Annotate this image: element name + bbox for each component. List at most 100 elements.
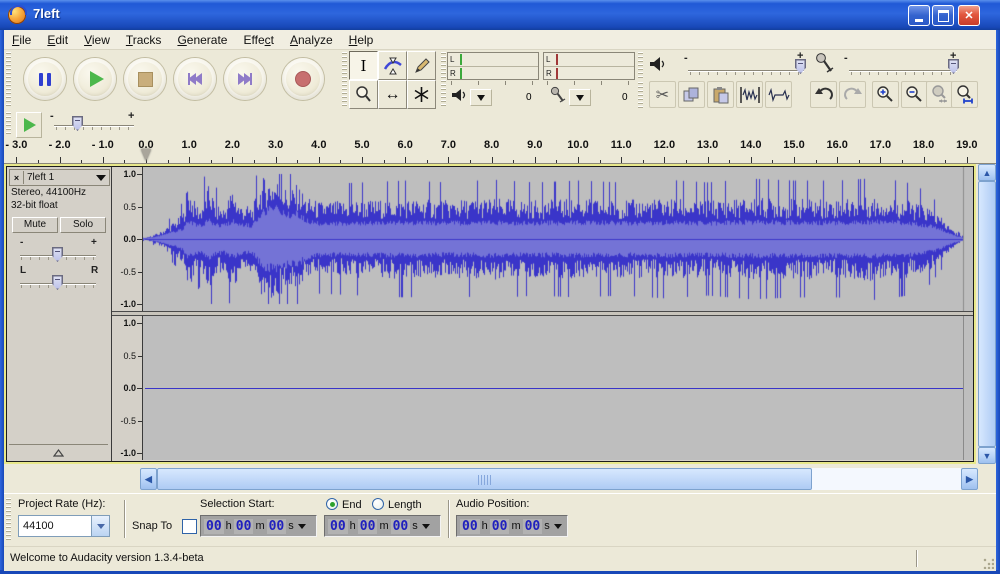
track-control-panel[interactable]: × 7left 1 Stereo, 44100Hz 32-bit float M… [7, 167, 112, 461]
arrow-down-icon: ▼ [983, 451, 992, 461]
ruler-tick [513, 160, 514, 163]
trim-button[interactable] [736, 81, 763, 108]
time-digits[interactable]: 00 [328, 519, 348, 534]
length-radio[interactable] [372, 498, 384, 510]
recording-meter-dropdown[interactable] [569, 89, 591, 106]
tools-toolbar-grabber[interactable] [342, 52, 347, 108]
track-close-button[interactable]: × [10, 171, 24, 184]
project-rate-combo[interactable]: 44100 [18, 515, 110, 537]
recording-meter[interactable]: L R [543, 52, 635, 80]
end-radio[interactable] [326, 498, 338, 510]
multi-tool-button[interactable] [407, 80, 436, 109]
forward-button[interactable] [224, 58, 266, 100]
solo-button[interactable]: Solo [60, 217, 106, 233]
menu-item-effect[interactable]: Effect [235, 31, 281, 49]
stop-button[interactable] [124, 58, 166, 100]
silence-button[interactable] [765, 81, 792, 108]
play-button[interactable] [74, 58, 116, 100]
horizontal-scrollbar-thumb[interactable] [157, 468, 812, 490]
pause-button[interactable] [24, 58, 66, 100]
time-digits[interactable]: 00 [204, 519, 224, 534]
playhead-cursor-marker[interactable] [141, 149, 151, 161]
length-radio-label[interactable]: Length [388, 499, 422, 511]
selection-start-field[interactable]: 00h00m00s [200, 515, 317, 537]
paste-button[interactable] [707, 81, 734, 108]
play-speed-slider[interactable] [54, 125, 134, 126]
time-digits[interactable]: 00 [490, 519, 510, 534]
menu-item-view[interactable]: View [76, 31, 118, 49]
time-digits[interactable]: 00 [523, 519, 543, 534]
title-bar[interactable]: 7left ✕ [0, 0, 1000, 30]
waveform-left-channel[interactable] [143, 167, 973, 311]
asterisk-icon [413, 86, 430, 103]
minimize-button[interactable] [908, 5, 930, 26]
playback-meter[interactable]: L R [447, 52, 539, 80]
field-dropdown-caret-icon[interactable] [298, 524, 306, 529]
horizontal-scrollbar[interactable]: ◀ ▶ [140, 468, 978, 490]
menu-item-file[interactable]: File [4, 31, 39, 49]
waveform-right-channel[interactable] [143, 316, 973, 460]
menu-item-edit[interactable]: Edit [39, 31, 76, 49]
vertical-scrollbar[interactable]: ▲ ▼ [978, 164, 996, 464]
combo-dropdown-button[interactable] [91, 516, 109, 536]
scroll-left-button[interactable]: ◀ [140, 468, 157, 490]
ruler-tick [664, 157, 665, 163]
timeline-ruler[interactable]: - 3.0- 2.0- 1.00.01.02.03.04.05.06.07.08… [4, 138, 996, 164]
redo-button[interactable] [839, 81, 866, 108]
vruler-tick [137, 304, 142, 305]
time-digits[interactable]: 00 [460, 519, 480, 534]
fit-project-button[interactable] [951, 81, 978, 108]
zoom-in-button[interactable] [872, 81, 899, 108]
time-digits[interactable]: 00 [358, 519, 378, 534]
time-digits[interactable]: 00 [234, 519, 254, 534]
playback-meter-dropdown[interactable] [470, 89, 492, 106]
transcription-toolbar-grabber[interactable] [6, 112, 11, 136]
draw-tool-button[interactable] [407, 51, 436, 80]
edit-toolbar-grabber[interactable] [638, 82, 643, 108]
end-radio-label[interactable]: End [342, 499, 362, 511]
close-button[interactable]: ✕ [958, 5, 980, 26]
audio-position-field[interactable]: 00h00m00s [456, 515, 568, 537]
output-volume-slider[interactable] [688, 70, 804, 71]
menu-item-generate[interactable]: Generate [169, 31, 235, 49]
play-at-speed-button[interactable] [16, 112, 42, 138]
vertical-scrollbar-thumb[interactable] [978, 181, 996, 447]
fit-selection-button[interactable] [926, 81, 953, 108]
time-digits[interactable]: 00 [391, 519, 411, 534]
zoom-tool-button[interactable] [349, 80, 378, 109]
menu-item-tracks[interactable]: Tracks [118, 31, 170, 49]
mute-button[interactable]: Mute [12, 217, 58, 233]
record-button[interactable] [282, 58, 324, 100]
time-digits[interactable]: 00 [267, 519, 287, 534]
track-collapse-button[interactable] [9, 444, 108, 460]
field-dropdown-caret-icon[interactable] [554, 524, 562, 529]
mixer-toolbar-grabber[interactable] [638, 52, 643, 80]
selection-tool-button[interactable]: I [349, 51, 378, 80]
vertical-ruler-left-channel[interactable]: 1.00.50.0-0.5-1.0 [112, 167, 143, 311]
meter-toolbar-grabber[interactable] [441, 52, 446, 108]
rewind-button[interactable] [174, 58, 216, 100]
input-volume-slider[interactable] [849, 70, 957, 71]
scroll-right-button[interactable]: ▶ [961, 468, 978, 490]
scroll-down-button[interactable]: ▼ [978, 447, 996, 464]
undo-button[interactable] [810, 81, 837, 108]
snap-to-checkbox[interactable] [182, 519, 197, 534]
transport-toolbar-grabber[interactable] [6, 52, 11, 108]
selection-toolbar-grabber[interactable] [6, 498, 11, 542]
field-dropdown-caret-icon[interactable] [422, 524, 430, 529]
maximize-button[interactable] [932, 5, 954, 26]
timeshift-tool-button[interactable]: ↔ [378, 80, 407, 109]
vertical-ruler-right-channel[interactable]: 1.00.50.0-0.5-1.0 [112, 316, 143, 460]
copy-button[interactable] [678, 81, 705, 108]
zoom-out-button[interactable] [901, 81, 928, 108]
selection-end-field[interactable]: 00h00m00s [324, 515, 441, 537]
envelope-tool-button[interactable] [378, 51, 407, 80]
cut-button[interactable]: ✂ [649, 81, 676, 108]
track-menu-caret-icon[interactable] [96, 175, 106, 181]
menu-item-analyze[interactable]: Analyze [282, 31, 341, 49]
scroll-up-button[interactable]: ▲ [978, 164, 996, 181]
resize-grip[interactable] [982, 557, 994, 569]
ruler-label: 18.0 [913, 139, 934, 151]
arrow-left-icon: ◀ [145, 474, 152, 485]
menu-item-help[interactable]: Help [341, 31, 382, 49]
